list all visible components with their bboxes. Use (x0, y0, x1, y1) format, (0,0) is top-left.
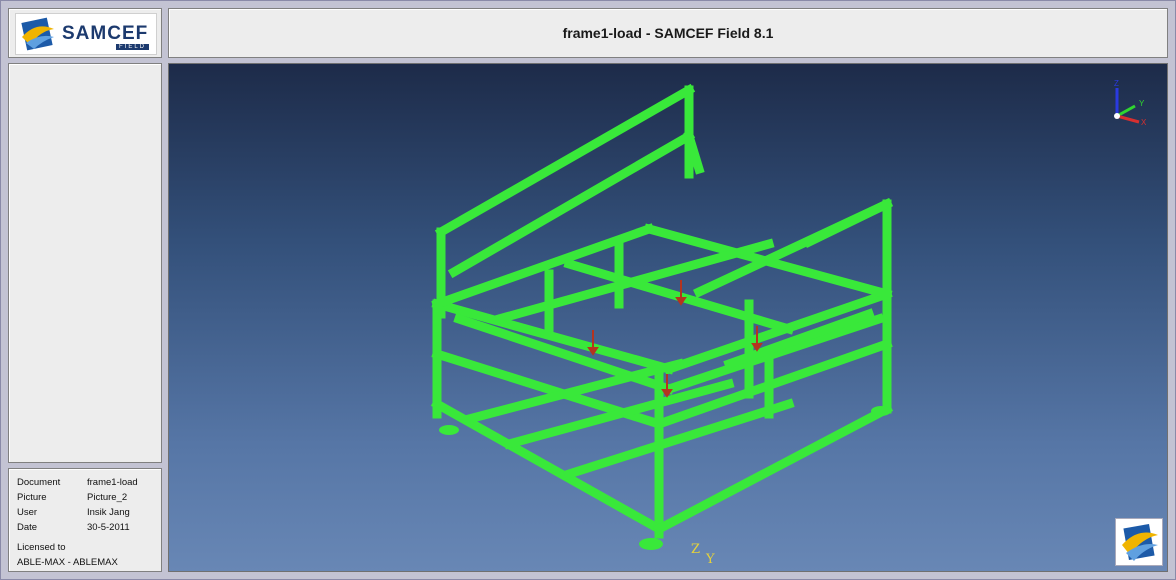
title-bar: frame1-load - SAMCEF Field 8.1 (168, 8, 1168, 58)
licensed-label: Licensed to (17, 542, 66, 553)
axis-z-label: Z (691, 542, 701, 557)
info-key: Picture (17, 492, 47, 503)
document-info-panel: Document frame1-load Picture Picture_2 Use… (8, 468, 162, 572)
3d-viewport[interactable]: Z Y X Z Y (168, 63, 1168, 572)
info-value: frame1-load (87, 477, 138, 488)
info-key: Document (17, 477, 61, 488)
triad-z-label: Z (1114, 79, 1119, 88)
logo-subtitle: FIELD (116, 44, 150, 50)
samcef-corner-logo (1115, 518, 1163, 566)
info-key: User (17, 507, 38, 518)
triad-y-label: Y (1139, 99, 1145, 108)
side-panel (8, 63, 162, 463)
info-row-document: Document frame1-load (17, 477, 138, 488)
info-row-picture: Picture Picture_2 (17, 492, 127, 503)
frame-mesh-model[interactable] (169, 64, 1167, 571)
logo-panel: SAMCEF FIELD (8, 8, 162, 58)
info-value: 30-5-2011 (87, 522, 130, 533)
samcef-swirl-icon (21, 17, 54, 51)
triad-x-label: X (1141, 118, 1147, 126)
info-key: Date (17, 522, 38, 533)
samcef-swirl-icon (1122, 523, 1158, 561)
info-value: Picture_2 (87, 492, 128, 503)
info-value: Insik Jang (87, 507, 130, 518)
axis-y-label: Y (706, 552, 715, 567)
logo-wordmark: SAMCEF (62, 23, 149, 44)
orientation-triad-icon[interactable]: Z Y X (1109, 76, 1149, 126)
window-title: frame1-load - SAMCEF Field 8.1 (562, 25, 774, 41)
info-row-user: User Insik Jang (17, 507, 130, 518)
samcef-logo: SAMCEF FIELD (15, 13, 157, 55)
licensed-value: ABLE-MAX - ABLEMAX (17, 557, 118, 568)
info-row-date: Date 30-5-2011 (17, 522, 130, 533)
mesh-beams (430, 83, 894, 539)
